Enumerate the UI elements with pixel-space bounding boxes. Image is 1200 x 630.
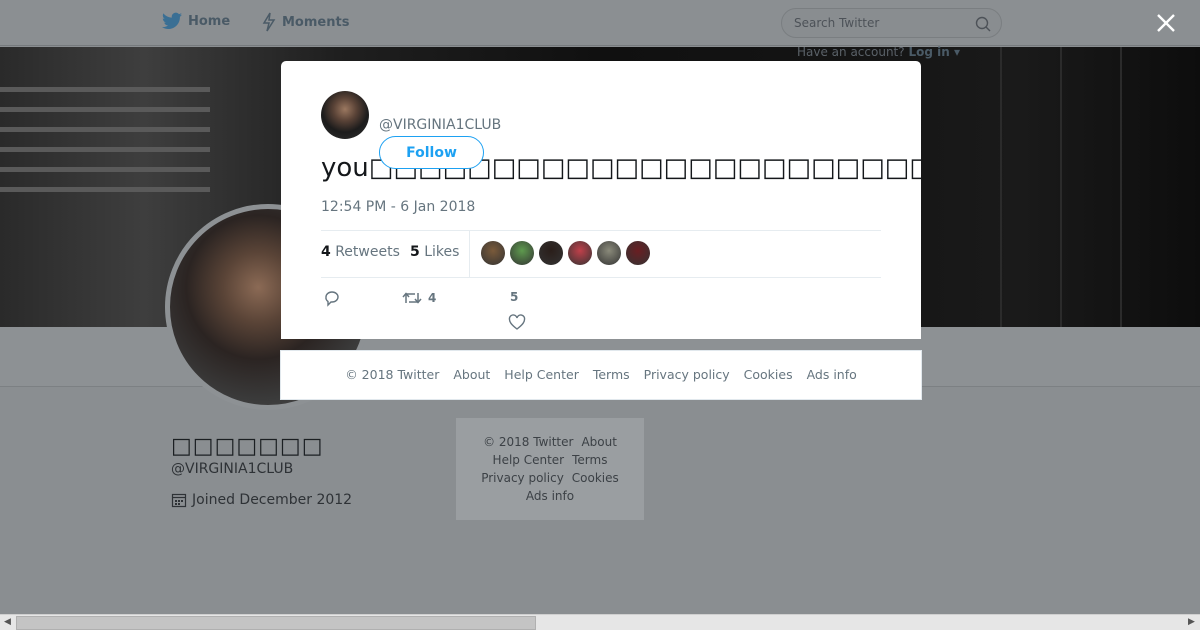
login-link[interactable]: Log in [908,45,949,59]
reply-icon [325,291,339,307]
side-footer-cookies[interactable]: Cookies [572,471,619,485]
follow-button[interactable]: Follow [379,136,484,169]
chevron-down-icon: ▾ [949,45,960,59]
retweet-icon [402,292,422,304]
side-footer-copyright: © 2018 Twitter [483,435,574,449]
liker-avatar[interactable] [626,241,650,265]
side-footer-terms[interactable]: Terms [572,453,607,467]
retweet-action-count: 4 [428,291,437,305]
profile-joined: Joined December 2012 [171,492,352,508]
profile-name: □□□□□□□ [171,434,324,459]
modal-footer: © 2018 Twitter About Help Center Terms P… [280,350,922,400]
footer-copyright: © 2018 Twitter [345,367,440,382]
horizontal-scrollbar[interactable]: ◀ ▶ [0,614,1200,630]
side-footer-help[interactable]: Help Center [493,453,565,467]
scroll-left-arrow-icon[interactable]: ◀ [4,617,11,627]
tweet-author-handle[interactable]: @VIRGINIA1CLUB [379,117,501,133]
retweet-action[interactable]: 4 [402,290,436,306]
liker-avatar[interactable] [510,241,534,265]
search-placeholder: Search Twitter [794,16,880,30]
tweet-modal: @VIRGINIA1CLUB you□□□□□□□□□□□□□□□□□□□□□□… [281,61,921,339]
nav-moments[interactable]: Moments [262,12,349,32]
likes-count: 5 [410,244,420,260]
likes-stat[interactable]: 5 Likes [410,244,459,260]
tweet-author-avatar[interactable] [321,91,369,139]
footer-privacy[interactable]: Privacy policy [644,367,730,382]
close-icon[interactable] [1155,12,1177,34]
like-action[interactable] [508,314,526,331]
tweet-stats: 4 Retweets 5 Likes [321,230,881,278]
scrollbar-thumb[interactable] [16,616,536,630]
lightning-icon [262,12,276,32]
top-nav-bar: Home Moments Search Twitter [0,0,1200,46]
footer-about[interactable]: About [453,367,490,382]
liker-avatar[interactable] [597,241,621,265]
like-action-count: 5 [510,290,519,304]
calendar-icon [171,493,187,508]
have-account-prompt: Have an account? Log in ▾ [797,45,960,59]
footer-terms[interactable]: Terms [593,367,630,382]
retweets-label: Retweets [335,244,400,260]
heart-icon [508,314,526,330]
side-footer-ads[interactable]: Ads info [526,489,574,503]
retweets-count: 4 [321,244,331,260]
nav-moments-label: Moments [282,14,350,30]
retweets-stat[interactable]: 4 Retweets [321,244,400,260]
liker-avatar[interactable] [568,241,592,265]
side-footer-about[interactable]: About [581,435,616,449]
footer-help[interactable]: Help Center [504,367,579,382]
side-footer: © 2018 Twitter About Help Center Terms Pri… [456,418,644,520]
liker-avatar[interactable] [481,241,505,265]
likes-label: Likes [424,244,460,260]
tweet-timestamp[interactable]: 12:54 PM - 6 Jan 2018 [321,199,475,215]
search-input[interactable]: Search Twitter [781,8,1002,38]
profile-handle: @VIRGINIA1CLUB [171,461,294,477]
liker-avatars [481,241,650,265]
footer-cookies[interactable]: Cookies [744,367,793,382]
side-footer-privacy[interactable]: Privacy policy [481,471,564,485]
nav-home-label: Home [188,13,231,29]
nav-home[interactable]: Home [162,12,230,30]
twitter-bird-icon [162,12,182,29]
reply-action[interactable] [323,290,347,307]
joined-text: Joined December 2012 [192,492,353,508]
scroll-right-arrow-icon[interactable]: ▶ [1188,617,1195,627]
liker-avatar[interactable] [539,241,563,265]
search-icon[interactable] [975,16,991,32]
like-count-wrap: 5 [510,290,518,304]
footer-ads[interactable]: Ads info [807,367,857,382]
